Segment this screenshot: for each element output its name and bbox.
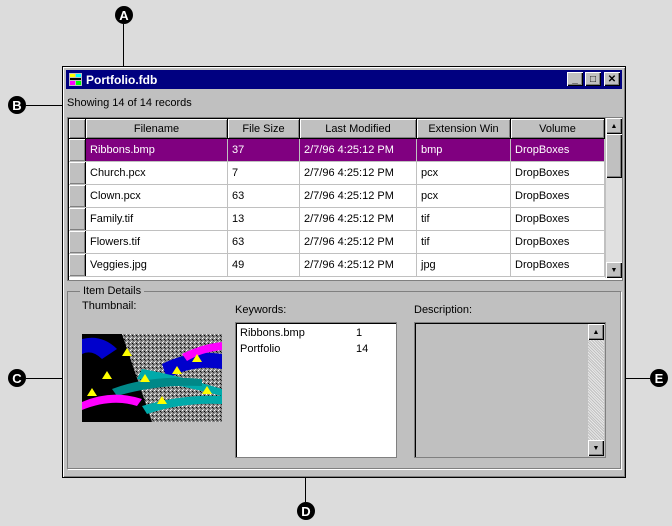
- cell-file-size[interactable]: 13: [227, 207, 300, 231]
- list-item[interactable]: Ribbons.bmp 1: [240, 327, 380, 339]
- cell-volume[interactable]: DropBoxes: [510, 253, 605, 277]
- description-label: Description:: [414, 304, 473, 316]
- row-selector[interactable]: [69, 138, 86, 162]
- column-header-volume[interactable]: Volume: [510, 119, 605, 139]
- cell-last-modified[interactable]: 2/7/96 4:25:12 PM: [299, 161, 417, 185]
- callout-a-line: [123, 24, 124, 68]
- cell-extension[interactable]: pcx: [416, 161, 511, 185]
- callout-b: B: [8, 96, 26, 114]
- table-row[interactable]: Ribbons.bmp 37 2/7/96 4:25:12 PM bmp Dro…: [69, 138, 605, 162]
- row-selector[interactable]: [69, 230, 86, 254]
- callout-a: A: [115, 6, 133, 24]
- records-grid: Filename File Size Last Modified Extensi…: [67, 117, 623, 281]
- item-details-group: Item Details Thumbnail: Keywords: Descri…: [67, 285, 621, 469]
- row-selector[interactable]: [69, 253, 86, 277]
- maximize-icon: □: [589, 73, 597, 85]
- cell-filename[interactable]: Church.pcx: [85, 161, 228, 185]
- cell-last-modified[interactable]: 2/7/96 4:25:12 PM: [299, 230, 417, 254]
- keyword-name: Ribbons.bmp: [240, 327, 305, 339]
- cell-extension[interactable]: jpg: [416, 253, 511, 277]
- table-row[interactable]: Family.tif 13 2/7/96 4:25:12 PM tif Drop…: [69, 207, 605, 231]
- cell-extension[interactable]: bmp: [416, 138, 511, 162]
- column-header-extension[interactable]: Extension Win: [416, 119, 511, 139]
- cell-last-modified[interactable]: 2/7/96 4:25:12 PM: [299, 184, 417, 208]
- minimize-icon: _: [572, 73, 578, 85]
- scroll-thumb[interactable]: [606, 134, 622, 178]
- keyword-name: Portfolio: [240, 343, 281, 355]
- cell-file-size[interactable]: 63: [227, 184, 300, 208]
- list-item[interactable]: Portfolio 14: [240, 343, 380, 355]
- keywords-label: Keywords:: [235, 304, 287, 316]
- cell-filename[interactable]: Ribbons.bmp: [85, 138, 228, 162]
- cell-volume[interactable]: DropBoxes: [510, 207, 605, 231]
- keywords-list[interactable]: Ribbons.bmp 1 Portfolio 14: [235, 322, 397, 458]
- cell-filename[interactable]: Flowers.tif: [85, 230, 228, 254]
- cell-filename[interactable]: Clown.pcx: [85, 184, 228, 208]
- window-title: Portfolio.fdb: [86, 72, 158, 87]
- column-header-file-size[interactable]: File Size: [227, 119, 300, 139]
- record-count-status: Showing 14 of 14 records: [67, 97, 192, 109]
- cell-extension[interactable]: pcx: [416, 184, 511, 208]
- table-row[interactable]: Veggies.jpg 49 2/7/96 4:25:12 PM jpg Dro…: [69, 253, 605, 277]
- row-selector[interactable]: [69, 184, 86, 208]
- row-selector[interactable]: [69, 207, 86, 231]
- callout-d: D: [297, 502, 315, 520]
- cell-extension[interactable]: tif: [416, 207, 511, 231]
- scroll-down-button[interactable]: ▼: [606, 262, 622, 278]
- portfolio-window: Portfolio.fdb _ □ ✕ Showing 14 of 14 rec…: [62, 66, 626, 478]
- cell-file-size[interactable]: 63: [227, 230, 300, 254]
- cell-extension[interactable]: tif: [416, 230, 511, 254]
- description-scrollbar[interactable]: ▲ ▼: [588, 324, 604, 456]
- item-details-title: Item Details: [80, 285, 145, 297]
- row-selector[interactable]: [69, 161, 86, 185]
- maximize-button[interactable]: □: [585, 72, 601, 86]
- column-header-last-modified[interactable]: Last Modified: [299, 119, 417, 139]
- cell-filename[interactable]: Veggies.jpg: [85, 253, 228, 277]
- scroll-up-button[interactable]: ▲: [588, 324, 604, 340]
- description-field[interactable]: ▲ ▼: [414, 322, 606, 458]
- cell-volume[interactable]: DropBoxes: [510, 138, 605, 162]
- scroll-up-button[interactable]: ▲: [606, 118, 622, 134]
- keyword-count: 14: [356, 343, 369, 355]
- database-app-icon[interactable]: [69, 73, 82, 86]
- close-icon: ✕: [607, 73, 617, 85]
- cell-last-modified[interactable]: 2/7/96 4:25:12 PM: [299, 207, 417, 231]
- table-row[interactable]: Church.pcx 7 2/7/96 4:25:12 PM pcx DropB…: [69, 161, 605, 185]
- callout-c: C: [8, 369, 26, 387]
- table-row[interactable]: Flowers.tif 63 2/7/96 4:25:12 PM tif Dro…: [69, 230, 605, 254]
- cell-filename[interactable]: Family.tif: [85, 207, 228, 231]
- cell-volume[interactable]: DropBoxes: [510, 184, 605, 208]
- keyword-count: 1: [356, 327, 363, 339]
- callout-e: E: [650, 369, 668, 387]
- cell-volume[interactable]: DropBoxes: [510, 161, 605, 185]
- thumbnail-image[interactable]: [82, 334, 222, 422]
- title-bar[interactable]: Portfolio.fdb _ □ ✕: [66, 70, 622, 89]
- minimize-button[interactable]: _: [567, 72, 583, 86]
- cell-last-modified[interactable]: 2/7/96 4:25:12 PM: [299, 138, 417, 162]
- header-row: Filename File Size Last Modified Extensi…: [69, 119, 605, 139]
- records-table: Filename File Size Last Modified Extensi…: [69, 119, 605, 277]
- close-button[interactable]: ✕: [604, 72, 620, 86]
- column-header-filename[interactable]: Filename: [85, 119, 228, 139]
- cell-file-size[interactable]: 7: [227, 161, 300, 185]
- scroll-down-button[interactable]: ▼: [588, 440, 604, 456]
- cell-volume[interactable]: DropBoxes: [510, 230, 605, 254]
- cell-last-modified[interactable]: 2/7/96 4:25:12 PM: [299, 253, 417, 277]
- grid-vertical-scrollbar[interactable]: ▲ ▼: [605, 118, 622, 278]
- cell-file-size[interactable]: 49: [227, 253, 300, 277]
- corner-header[interactable]: [69, 119, 86, 139]
- table-row[interactable]: Clown.pcx 63 2/7/96 4:25:12 PM pcx DropB…: [69, 184, 605, 208]
- thumbnail-label: Thumbnail:: [82, 300, 137, 312]
- cell-file-size[interactable]: 37: [227, 138, 300, 162]
